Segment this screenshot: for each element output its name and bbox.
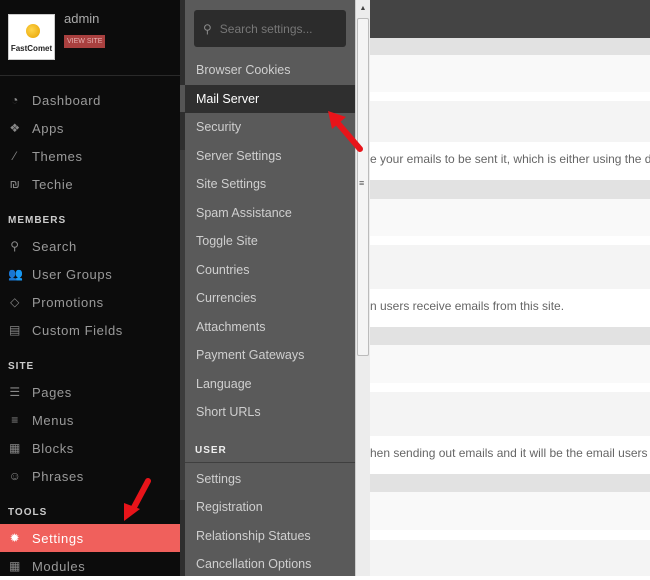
sidebar-item-dashboard[interactable]: ◔ Dashboard (0, 86, 180, 114)
settings-item-user-cancellation-options[interactable]: Cancellation Options (185, 550, 355, 579)
sidebar-item-label: Apps (32, 120, 65, 136)
settings-item-payment-gateways[interactable]: Payment Gateways (185, 341, 355, 370)
scroll-up-icon[interactable]: ▲ (356, 2, 370, 16)
diamond-icon: ◇ (10, 295, 20, 309)
dashboard-icon: ◔ (11, 93, 19, 107)
sidebar-item-label: Modules (32, 558, 86, 574)
profile: FastComet admin VIEW SITE (0, 0, 180, 76)
sidebar-item-label: User Groups (32, 266, 113, 282)
sidebar-item-label: Search (32, 238, 77, 254)
sidebar-item-promotions[interactable]: ◇ Promotions (0, 288, 180, 316)
pages-icon: ☰ (9, 385, 21, 399)
red-arrow-icon (124, 478, 151, 521)
menu-icon: ≡ (11, 413, 19, 427)
settings-item-short-urls[interactable]: Short URLs (185, 398, 355, 427)
sidebar-item-menus[interactable]: ≡ Menus (0, 406, 180, 434)
setting-description: hen sending out emails and it will be th… (370, 446, 650, 460)
settings-item-user-registration[interactable]: Registration (185, 493, 355, 522)
sidebar-item-user-groups[interactable]: 👥 User Groups (0, 260, 180, 288)
settings-item-language[interactable]: Language (185, 370, 355, 399)
sidebar-item-pages[interactable]: ☰ Pages (0, 378, 180, 406)
settings-item-toggle-site[interactable]: Toggle Site (185, 227, 355, 256)
sidebar-item-label: Techie (32, 176, 74, 192)
sidebar-item-search[interactable]: ⚲ Search (0, 232, 180, 260)
users-icon: 👥 (8, 267, 24, 281)
sidebar-item-label: Custom Fields (32, 322, 123, 338)
sidebar-item-custom-fields[interactable]: ▤ Custom Fields (0, 316, 180, 344)
sidebar-item-label: Phrases (32, 468, 84, 484)
sidebar-item-blocks[interactable]: ▦ Blocks (0, 434, 180, 462)
site-logo: FastComet (8, 14, 55, 60)
section-title: SITE (8, 361, 35, 372)
settings-item-site-settings[interactable]: Site Settings (185, 170, 355, 199)
settings-item-user-relationship-statues[interactable]: Relationship Statues (185, 522, 355, 551)
settings-item-browser-cookies[interactable]: Browser Cookies (185, 56, 355, 85)
main-content: e your emails to be sent it, which is ei… (370, 0, 650, 576)
setting-description: n users receive emails from this site. (370, 299, 565, 313)
sidebar-item-themes[interactable]: ⁄ Themes (0, 142, 180, 170)
settings-item-attachments[interactable]: Attachments (185, 313, 355, 342)
section-title: USER (185, 431, 355, 463)
search-icon: ⚲ (203, 21, 212, 36)
view-site-button[interactable]: VIEW SITE (64, 35, 106, 48)
blocks-icon: ▦ (9, 441, 21, 455)
search-icon: ⚲ (10, 239, 20, 253)
settings-item-currencies[interactable]: Currencies (185, 284, 355, 313)
gear-icon: ✹ (9, 531, 21, 545)
sidebar-item-apps[interactable]: ❖ Apps (0, 114, 180, 142)
sidebar-item-label: Dashboard (32, 92, 101, 108)
sidebar-item-label: Promotions (32, 294, 104, 310)
sidebar-item-label: Menus (32, 412, 75, 428)
sidebar-item-label: Pages (32, 384, 72, 400)
red-arrow-icon (328, 111, 363, 152)
apps-icon: ❖ (9, 121, 21, 135)
fields-icon: ▤ (9, 323, 21, 337)
settings-search-input[interactable]: ⚲ Search settings... (194, 10, 346, 47)
username: admin (64, 11, 100, 26)
sidebar-item-label: Blocks (32, 440, 74, 456)
sidebar-item-label: Settings (32, 530, 84, 546)
section-title: MEMBERS (8, 215, 67, 226)
techie-icon: ₪ (9, 177, 21, 191)
sidebar-item-settings[interactable]: ✹ Settings (0, 524, 180, 552)
sidebar-item-label: Themes (32, 148, 83, 164)
panel-scrollbar[interactable]: ▲ ≡ (355, 0, 370, 576)
modules-icon: ▦ (9, 559, 21, 573)
sidebar-item-techie[interactable]: ₪ Techie (0, 170, 180, 198)
phrases-icon: ☺ (8, 469, 22, 483)
settings-item-countries[interactable]: Countries (185, 256, 355, 285)
settings-item-spam-assistance[interactable]: Spam Assistance (185, 199, 355, 228)
settings-item-user-settings[interactable]: Settings (185, 465, 355, 494)
settings-panel: ⚲ Search settings... Browser Cookies Mail … (185, 0, 355, 576)
grip-icon: ≡ (359, 178, 365, 188)
brush-icon: ⁄ (13, 149, 17, 163)
setting-description: e your emails to be sent it, which is ei… (370, 152, 650, 166)
